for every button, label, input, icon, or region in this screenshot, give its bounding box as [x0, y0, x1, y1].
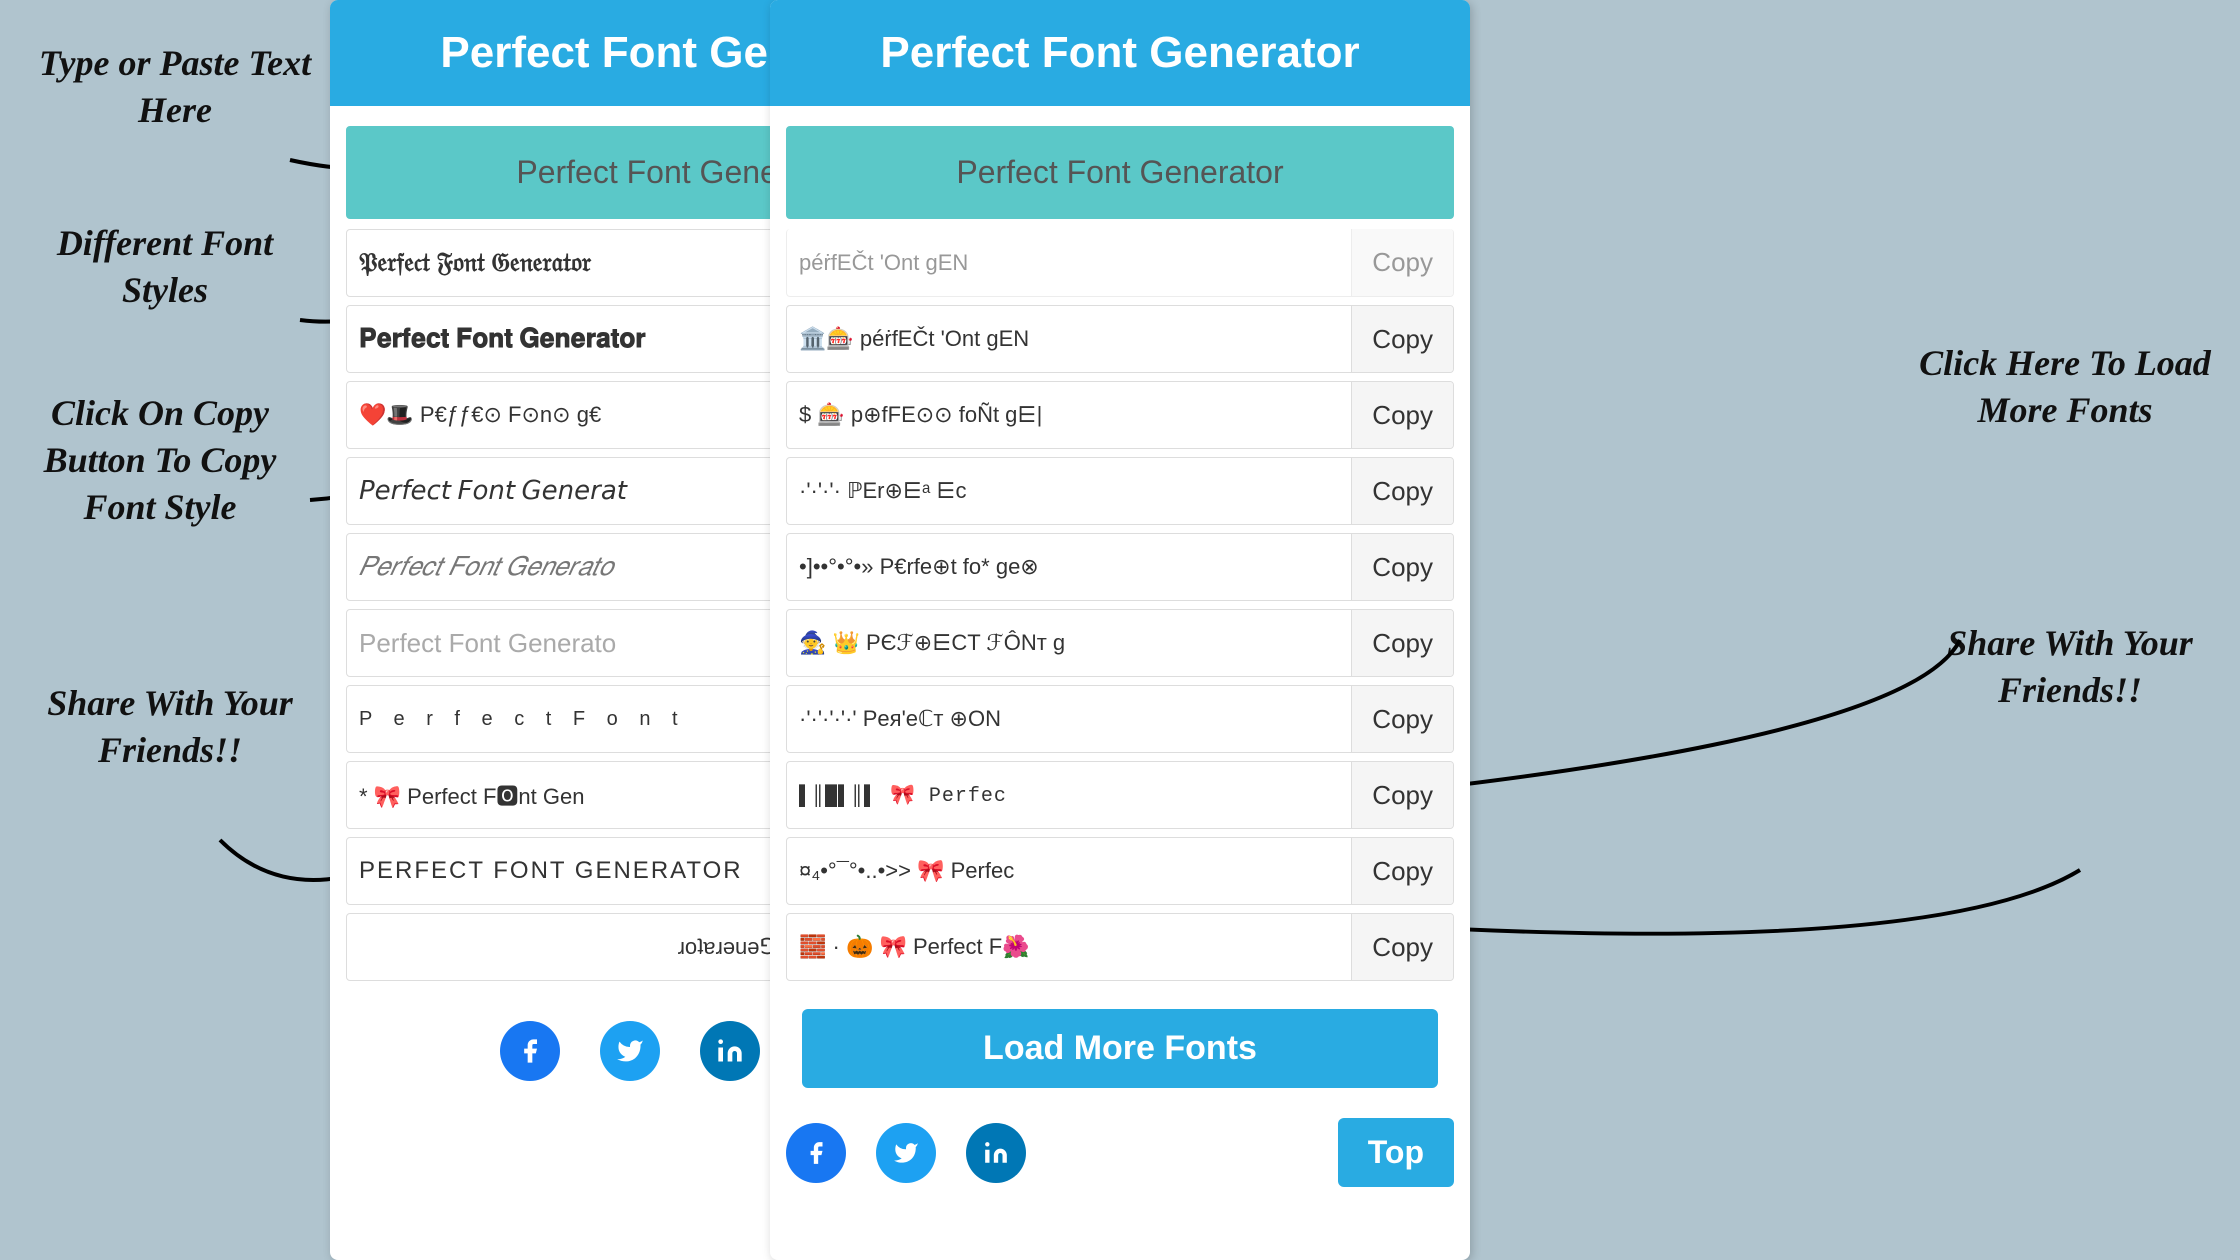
right-font-text-8: ¤₄•°¯°•..•>> 🎀 Perfec: [787, 858, 1351, 884]
right-copy-button-7[interactable]: Copy: [1351, 762, 1453, 828]
table-row: ·'·'·'· ℙEr⊕⋿ᵃ ⋿c Copy: [786, 457, 1454, 525]
right-copy-button-1[interactable]: Copy: [1351, 306, 1453, 372]
right-font-text-9: 🧱 · 🎃 🎀 Perfect F🌺: [787, 934, 1351, 960]
right-font-text-3: ·'·'·'· ℙEr⊕⋿ᵃ ⋿c: [787, 478, 1351, 504]
table-row: péṙfEČt 'Ont gEN Copy: [786, 229, 1454, 297]
load-more-container: Load More Fonts: [770, 989, 1470, 1108]
table-row: 🧙 👑 PЄℱ⊕⋿CT ℱÔNт g Copy: [786, 609, 1454, 677]
annotation-click-load: Click Here To Load More Fonts: [1910, 340, 2220, 434]
right-copy-button-5[interactable]: Copy: [1351, 610, 1453, 676]
right-copy-button-0[interactable]: Copy: [1351, 229, 1453, 296]
right-font-list: péṙfEČt 'Ont gEN Copy 🏛️🎰 péṙfEČt 'Ont g…: [770, 229, 1470, 981]
right-facebook-icon[interactable]: [786, 1123, 846, 1183]
right-copy-button-8[interactable]: Copy: [1351, 838, 1453, 904]
right-twitter-icon[interactable]: [876, 1123, 936, 1183]
linkedin-icon[interactable]: [700, 1021, 760, 1081]
right-font-text-1: 🏛️🎰 péṙfEČt 'Ont gEN: [787, 326, 1351, 352]
right-title: Perfect Font Generator: [794, 28, 1446, 78]
table-row: ▌║█▌║▌ 🎀 Perfec Copy: [786, 761, 1454, 829]
right-copy-button-3[interactable]: Copy: [1351, 458, 1453, 524]
right-font-text-2: $ 🎰 p⊕fFE⊙⊙ foÑt ɡ⋿|: [787, 402, 1351, 428]
table-row: ·'·'·'·'·' Pея'eℂт ⊕ON Copy: [786, 685, 1454, 753]
twitter-icon[interactable]: [600, 1021, 660, 1081]
right-social-row: [786, 1123, 1026, 1183]
table-row: $ 🎰 p⊕fFE⊙⊙ foÑt ɡ⋿| Copy: [786, 381, 1454, 449]
right-header: Perfect Font Generator: [770, 0, 1470, 106]
right-bottom-row: Top: [770, 1108, 1470, 1203]
annotation-different-fonts: Different Font Styles: [20, 220, 310, 314]
right-font-text-0: péṙfEČt 'Ont gEN: [787, 250, 1351, 276]
right-text-input-area[interactable]: Perfect Font Generator: [786, 126, 1454, 219]
right-copy-button-6[interactable]: Copy: [1351, 686, 1453, 752]
annotation-share-right: Share With Your Friends!!: [1920, 620, 2220, 714]
annotation-share-left: Share With Your Friends!!: [30, 680, 310, 774]
table-row: •]••°•°•» P€rfe⊕t fo* ge⊗ Copy: [786, 533, 1454, 601]
right-linkedin-icon[interactable]: [966, 1123, 1026, 1183]
top-button[interactable]: Top: [1338, 1118, 1454, 1187]
load-more-button[interactable]: Load More Fonts: [802, 1009, 1438, 1088]
table-row: 🏛️🎰 péṙfEČt 'Ont gEN Copy: [786, 305, 1454, 373]
right-font-text-4: •]••°•°•» P€rfe⊕t fo* ge⊗: [787, 554, 1351, 580]
table-row: 🧱 · 🎃 🎀 Perfect F🌺 Copy: [786, 913, 1454, 981]
annotation-click-copy: Click On Copy Button To Copy Font Style: [5, 390, 315, 530]
right-phone-panel: Perfect Font Generator Perfect Font Gene…: [770, 0, 1470, 1260]
right-font-text-5: 🧙 👑 PЄℱ⊕⋿CT ℱÔNт g: [787, 630, 1351, 656]
right-font-text-7: ▌║█▌║▌ 🎀 Perfec: [787, 782, 1351, 808]
right-copy-button-9[interactable]: Copy: [1351, 914, 1453, 980]
facebook-icon[interactable]: [500, 1021, 560, 1081]
right-font-text-6: ·'·'·'·'·' Pея'eℂт ⊕ON: [787, 706, 1351, 732]
right-copy-button-2[interactable]: Copy: [1351, 382, 1453, 448]
annotation-type-paste: Type or Paste Text Here: [30, 40, 320, 134]
right-input-text: Perfect Font Generator: [956, 154, 1283, 190]
table-row: ¤₄•°¯°•..•>> 🎀 Perfec Copy: [786, 837, 1454, 905]
right-copy-button-4[interactable]: Copy: [1351, 534, 1453, 600]
